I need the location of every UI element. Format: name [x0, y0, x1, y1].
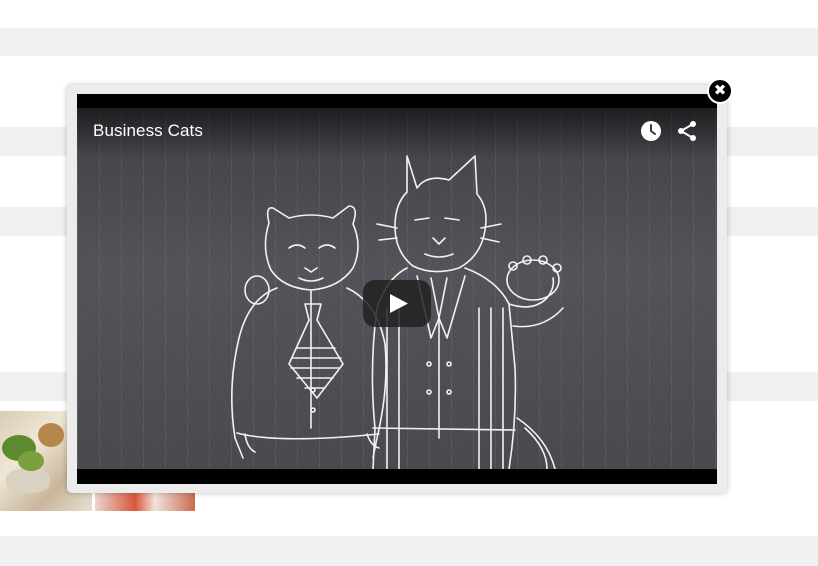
share-icon[interactable]	[676, 120, 698, 142]
video-title[interactable]: Business Cats	[93, 121, 203, 141]
video-frame[interactable]: Business Cats	[77, 108, 717, 469]
video-player[interactable]: Business Cats	[77, 94, 717, 484]
page-stripe	[0, 28, 818, 56]
close-icon: ✖	[713, 81, 727, 99]
play-icon	[390, 294, 408, 313]
clock-icon[interactable]	[640, 120, 662, 142]
video-title-bar: Business Cats	[77, 108, 717, 158]
play-button[interactable]	[363, 280, 431, 327]
close-button[interactable]: ✖	[707, 78, 733, 104]
vegetable-thumbnail[interactable]	[95, 491, 195, 511]
page-stripe	[0, 536, 818, 566]
